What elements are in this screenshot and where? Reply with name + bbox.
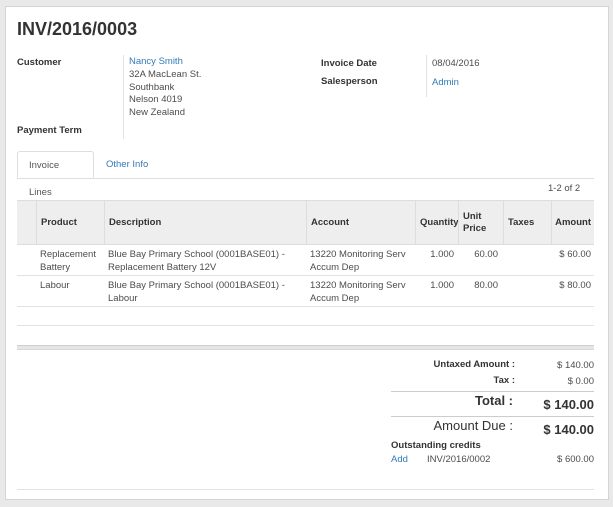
customer-name-link[interactable]: Nancy Smith — [129, 56, 183, 69]
empty-table-row[interactable] — [17, 307, 594, 326]
customer-address-line: New Zealand — [129, 106, 185, 118]
column-header-unit-price-line: Unit — [463, 210, 482, 222]
column-header-description[interactable]: Description — [104, 201, 306, 244]
customer-separator — [123, 55, 124, 139]
table-row[interactable]: Replacement Battery Blue Bay Primary Scho… — [17, 245, 594, 276]
add-credit-link[interactable]: Add — [391, 454, 408, 467]
column-header-unit-price[interactable]: Unit Price — [458, 201, 503, 244]
cell-unit-price: 60.00 — [474, 249, 498, 260]
date-separator — [426, 55, 427, 97]
invoice-form-sheet: INV/2016/0003 Customer Nancy Smith 32A M… — [5, 6, 609, 500]
sheet-bottom-divider — [17, 489, 594, 490]
customer-address-line: Southbank — [129, 81, 175, 93]
column-header-unit-price-line: Price — [463, 222, 487, 234]
column-header-taxes[interactable]: Taxes — [503, 201, 551, 244]
cell-description: Blue Bay Primary School (0001BASE01) - Re… — [108, 249, 285, 273]
cell-description: Blue Bay Primary School (0001BASE01) - La… — [108, 280, 285, 304]
total-divider — [391, 391, 594, 392]
payment-term-label: Payment Term — [17, 125, 82, 136]
handle-column-header — [17, 201, 36, 244]
cell-product: Labour — [40, 280, 70, 291]
column-header-account[interactable]: Account — [306, 201, 415, 244]
credit-reference: INV/2016/0002 — [427, 454, 491, 465]
customer-label: Customer — [17, 57, 62, 68]
cell-account: 13220 Monitoring Serv Accum Dep — [310, 249, 406, 273]
customer-address-line: 32A MacLean St. — [129, 69, 202, 80]
outstanding-credits-title: Outstanding credits — [391, 440, 481, 451]
tax-label: Tax : — [493, 375, 515, 386]
invoice-number: INV/2016/0003 — [17, 19, 138, 39]
table-row[interactable]: Labour Blue Bay Primary School (0001BASE… — [17, 276, 594, 307]
untaxed-amount-label: Untaxed Amount : — [433, 359, 515, 370]
invoice-date-label: Invoice Date — [321, 58, 377, 69]
total-label: Total : — [474, 393, 513, 408]
column-header-amount[interactable]: Amount — [551, 201, 594, 244]
cell-product: Replacement Battery — [40, 249, 96, 273]
salesperson-link[interactable]: Admin — [432, 77, 459, 90]
cell-amount: $ 80.00 — [559, 280, 591, 291]
tab-invoice-lines[interactable]: Invoice Lines — [17, 151, 94, 198]
untaxed-amount-value: $ 140.00 — [557, 360, 594, 371]
tax-value: $ 0.00 — [567, 376, 594, 387]
customer-address-line: Nelson 4019 — [129, 94, 183, 105]
amount-due-value: $ 140.00 — [543, 422, 594, 437]
cell-quantity: 1.000 — [430, 280, 454, 291]
pager-value[interactable]: 1-2 of 2 — [548, 183, 580, 194]
table-footer-divider — [17, 345, 594, 350]
cell-account: 13220 Monitoring Serv Accum Dep — [310, 280, 406, 304]
salesperson-label: Salesperson — [321, 76, 378, 87]
total-value: $ 140.00 — [543, 397, 594, 412]
column-header-product[interactable]: Product — [36, 201, 104, 244]
table-header: Product Description Account Quantity Uni… — [17, 200, 594, 245]
notebook-tabs: Invoice Lines Other Info — [17, 151, 594, 198]
credit-amount: $ 600.00 — [557, 454, 594, 465]
amount-due-divider — [391, 416, 594, 417]
cell-amount: $ 60.00 — [559, 249, 591, 260]
amount-due-label: Amount Due : — [433, 418, 514, 433]
cell-unit-price: 80.00 — [474, 280, 498, 291]
tab-other-info[interactable]: Other Info — [95, 151, 159, 178]
invoice-date-value: 08/04/2016 — [432, 58, 480, 69]
column-header-quantity[interactable]: Quantity — [415, 201, 459, 244]
cell-quantity: 1.000 — [430, 249, 454, 260]
